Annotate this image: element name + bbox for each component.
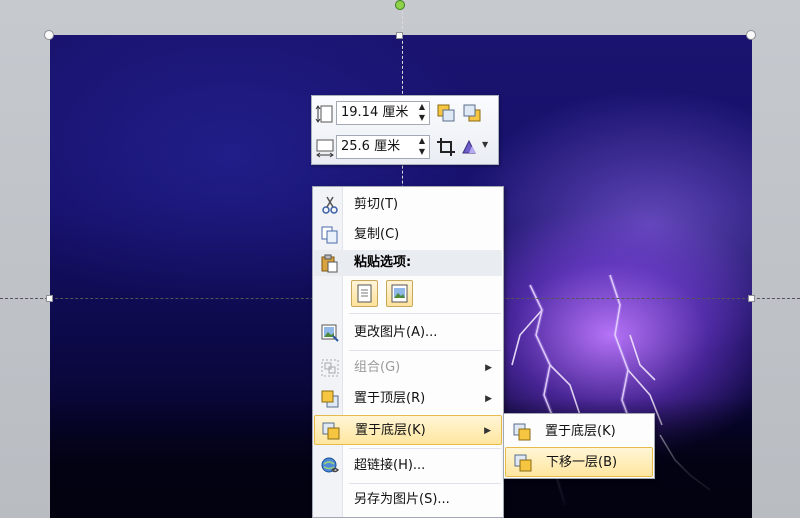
shape-height-spinner[interactable]: ▲ ▼ [416, 101, 428, 125]
menu-item-label: 更改图片(A)... [354, 325, 438, 340]
shape-width-spinner[interactable]: ▲ ▼ [416, 135, 428, 159]
paste-options-header: 粘贴选项: [314, 250, 502, 276]
menu-item-change-picture[interactable]: 更改图片(A)... [314, 318, 502, 348]
crop-icon[interactable] [436, 137, 456, 157]
resize-handle-left[interactable] [46, 295, 53, 302]
mini-toolbar: 19.14 厘米 ▲ ▼ 25.6 厘米 ▲ ▼ ▼ [311, 95, 499, 165]
chevron-down-icon[interactable]: ▼ [482, 140, 488, 149]
shape-width-value: 25.6 厘米 [341, 139, 401, 154]
paste-picture-icon [391, 284, 408, 303]
menu-item-label: 剪切(T) [354, 197, 399, 212]
menu-separator [349, 483, 501, 484]
menu-item-label: 复制(C) [354, 227, 400, 242]
shape-height-value: 19.14 厘米 [341, 105, 409, 120]
chevron-right-icon: ▶ [484, 426, 491, 436]
menu-item-send-to-back[interactable]: 置于底层(K) ▶ [314, 415, 502, 445]
picture-styles-icon[interactable] [460, 137, 480, 157]
resize-handle-top-left[interactable] [44, 30, 54, 40]
menu-separator [349, 350, 501, 351]
scissors-icon [322, 196, 338, 214]
resize-handle-right[interactable] [748, 295, 755, 302]
paste-icon [321, 254, 338, 273]
menu-item-label: 置于底层(K) [355, 423, 426, 438]
menu-item-cut[interactable]: 剪切(T) [314, 190, 502, 220]
menu-item-bring-to-front[interactable]: 置于顶层(R) ▶ [314, 384, 502, 414]
group-icon [321, 359, 339, 377]
hyperlink-icon [321, 457, 340, 473]
menu-item-label: 超链接(H)... [354, 458, 426, 473]
menu-item-copy[interactable]: 复制(C) [314, 220, 502, 250]
resize-handle-top[interactable] [396, 32, 403, 39]
menu-separator [349, 313, 501, 314]
menu-item-label: 另存为图片(S)... [354, 492, 450, 507]
resize-handle-top-right[interactable] [746, 30, 756, 40]
submenu-item-label: 下移一层(B) [546, 455, 618, 470]
send-to-back-icon [322, 422, 340, 440]
paste-option-keep-source[interactable] [351, 280, 378, 307]
chevron-right-icon: ▶ [485, 363, 492, 373]
menu-item-group[interactable]: 组合(G) ▶ [314, 353, 502, 383]
paste-option-picture[interactable] [386, 280, 413, 307]
change-picture-icon [321, 324, 339, 342]
send-to-back-submenu: 置于底层(K) 下移一层(B) [503, 413, 655, 479]
chevron-right-icon: ▶ [485, 394, 492, 404]
menu-separator [349, 448, 501, 449]
context-menu: 剪切(T) 复制(C) 粘贴选项: 更改图片(A)... 组合(G) ▶ 置于顶… [312, 186, 504, 518]
send-backward-icon [514, 454, 532, 472]
submenu-item-send-backward[interactable]: 下移一层(B) [505, 447, 653, 477]
submenu-item-label: 置于底层(K) [545, 424, 616, 439]
menu-item-save-as-picture[interactable]: 另存为图片(S)... [314, 485, 502, 515]
menu-item-label: 置于顶层(R) [354, 391, 426, 406]
send-backward-icon[interactable] [462, 103, 482, 123]
paste-document-icon [357, 284, 372, 303]
shape-height-icon [315, 105, 333, 123]
menu-item-hyperlink[interactable]: 超链接(H)... [314, 451, 502, 481]
submenu-item-send-to-back[interactable]: 置于底层(K) [505, 417, 653, 447]
bring-forward-icon[interactable] [436, 103, 456, 123]
menu-item-label: 组合(G) [354, 360, 401, 375]
shape-width-icon [316, 139, 334, 158]
bring-to-front-icon [321, 390, 339, 408]
paste-options-label: 粘贴选项: [354, 255, 412, 270]
send-to-back-icon [513, 423, 531, 441]
copy-icon [321, 226, 338, 244]
rotate-handle[interactable] [395, 0, 405, 10]
